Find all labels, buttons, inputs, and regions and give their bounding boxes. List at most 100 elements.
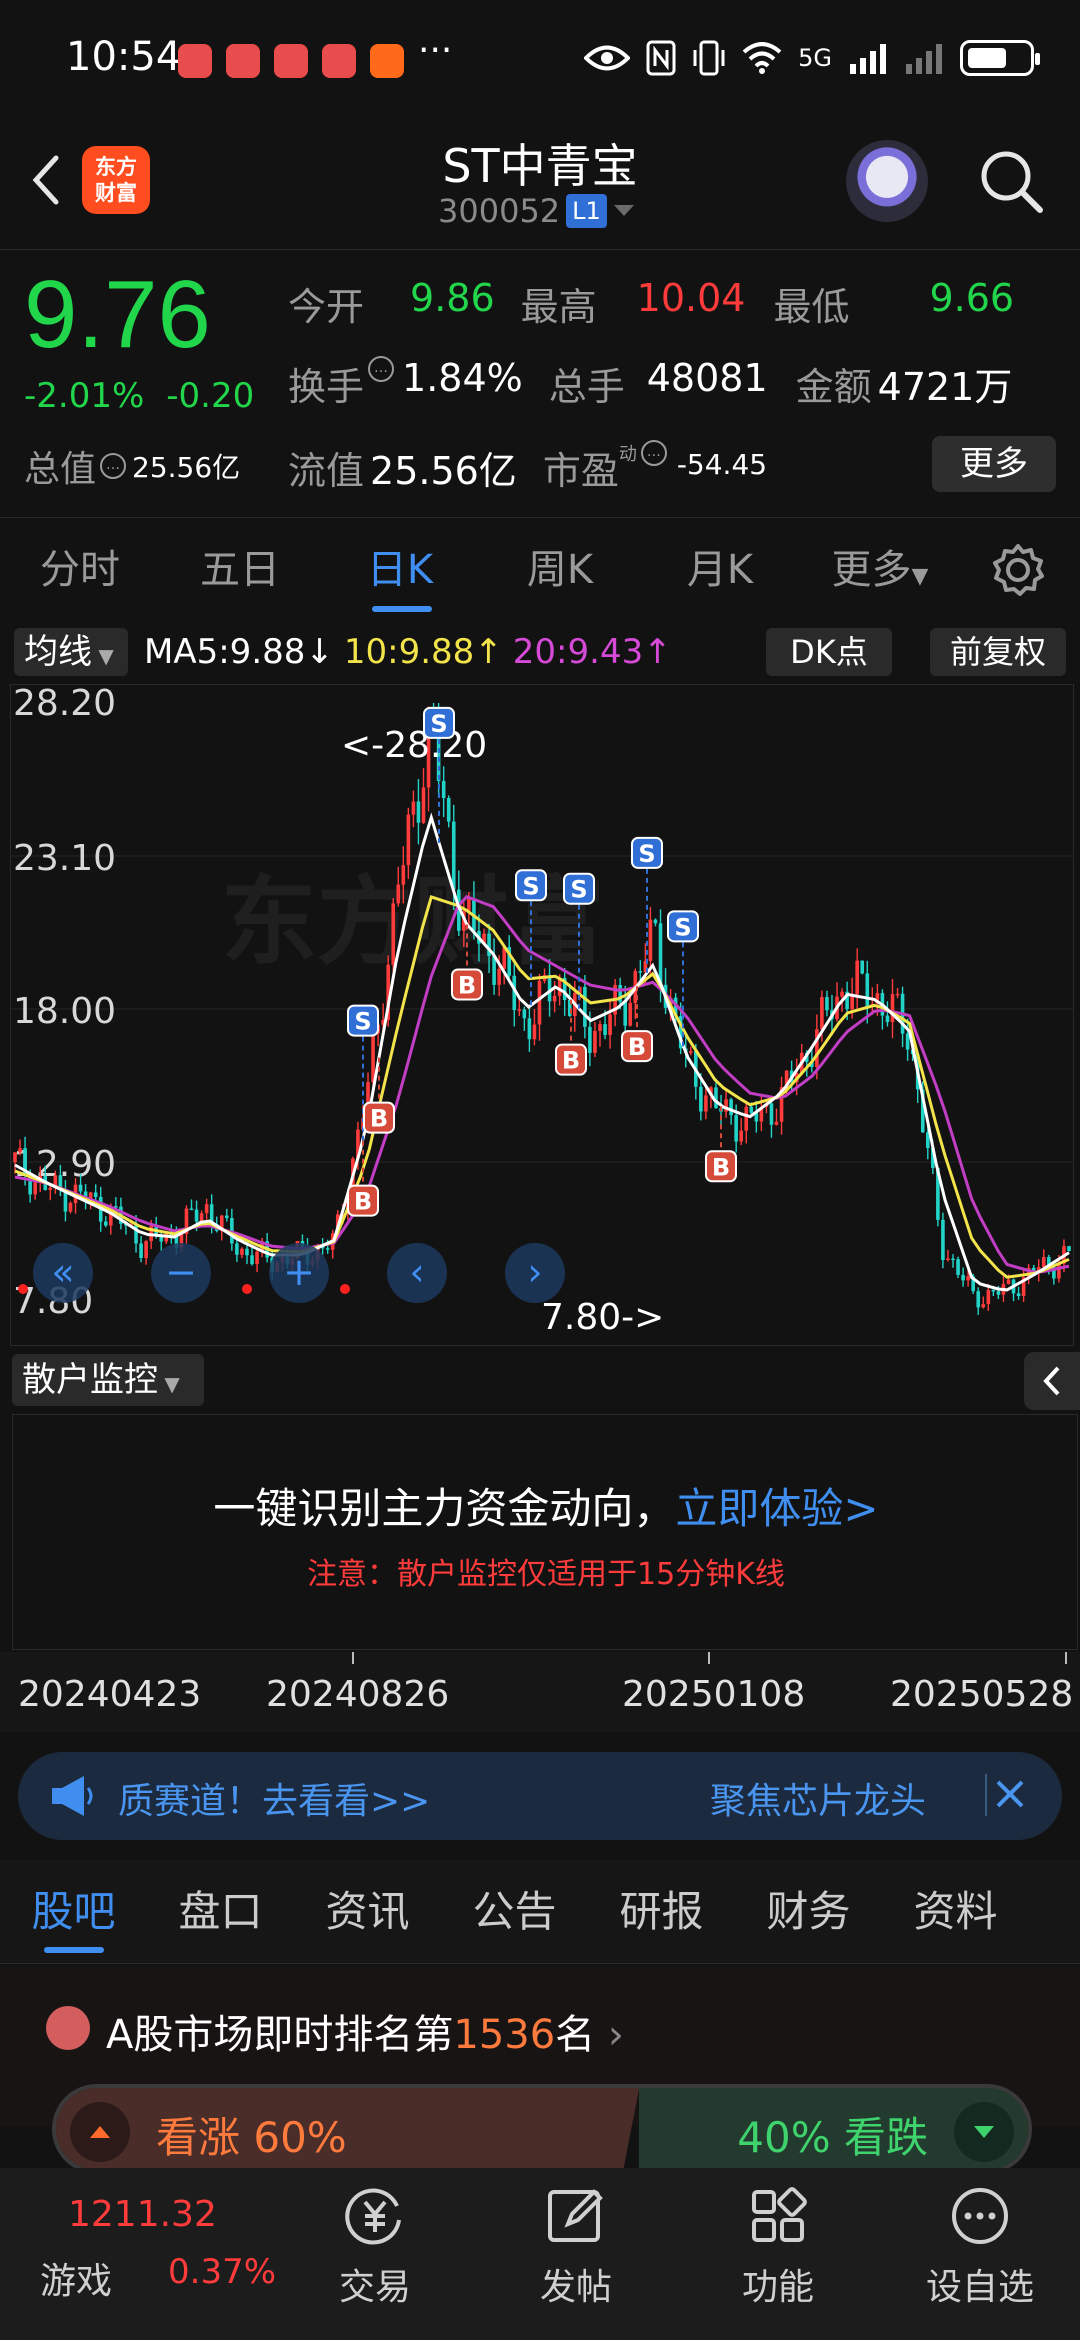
index-name: 游戏 bbox=[40, 2261, 113, 2302]
nav-trade[interactable]: 交易 bbox=[295, 2176, 455, 2310]
nav-functions[interactable]: 功能 bbox=[698, 2176, 858, 2310]
nav-watchlist[interactable]: 设自选 bbox=[900, 2176, 1060, 2310]
vote-down-button[interactable] bbox=[954, 2102, 1014, 2162]
info-icon[interactable]: … bbox=[100, 453, 127, 479]
kline-chart[interactable]: 东方财富 28.20 23.10 18.00 12.90 7.80 <-28.20 7.80-… bbox=[10, 683, 1074, 1346]
index-value: 1211.32 bbox=[68, 2194, 217, 2235]
tab-orderbook[interactable]: 盘口 bbox=[147, 1860, 294, 1963]
assistant-robot-icon[interactable] bbox=[846, 140, 928, 222]
ma-selector[interactable]: 均线 ▼ bbox=[14, 628, 128, 676]
network-type: 5G bbox=[798, 44, 832, 72]
high-price: 10.04 bbox=[636, 276, 746, 320]
status-icons: 5G bbox=[584, 40, 1040, 76]
tab-more[interactable]: 更多▼ bbox=[800, 520, 960, 620]
stock-code: 300052 bbox=[438, 192, 561, 230]
candle-body bbox=[598, 1024, 602, 1031]
search-icon[interactable] bbox=[976, 146, 1046, 216]
ma20-value: 20:9.43↑ bbox=[512, 632, 672, 672]
wifi-icon bbox=[742, 42, 782, 74]
candle-body bbox=[1057, 1263, 1061, 1279]
candle-body bbox=[961, 1274, 965, 1281]
more-notifications-icon: ··· bbox=[418, 30, 453, 71]
nav-post[interactable]: 发帖 bbox=[496, 2176, 656, 2310]
candle-body bbox=[890, 994, 895, 1023]
caret-down-icon: ▼ bbox=[92, 644, 114, 668]
candle-body bbox=[956, 1259, 960, 1275]
turnover-rate: 1.84% bbox=[402, 356, 523, 400]
candle-body bbox=[255, 1251, 259, 1265]
stock-code-selector[interactable]: 300052 L1 bbox=[438, 192, 635, 230]
candle-body bbox=[905, 1033, 910, 1050]
stock-header: 东方 财富 ST中青宝 300052 L1 bbox=[0, 120, 1080, 250]
tab-research[interactable]: 研报 bbox=[588, 1860, 735, 1963]
indicator-selector[interactable]: 散户监控 ▼ bbox=[12, 1354, 204, 1406]
candle-body bbox=[245, 1248, 249, 1256]
candle-body bbox=[144, 1241, 148, 1258]
signal-icon bbox=[850, 44, 886, 74]
monitor-panel: 一键识别主力资金动向，立即体验> 注意：散户监控仅适用于15分钟K线 bbox=[12, 1414, 1078, 1650]
vote-up-bar bbox=[56, 2088, 640, 2170]
candle-body bbox=[986, 1290, 991, 1305]
candle-body bbox=[699, 1086, 703, 1112]
vibrate-icon bbox=[693, 40, 725, 76]
price-change: -2.01% -0.20 bbox=[24, 376, 254, 416]
candle-body bbox=[588, 1026, 592, 1053]
level-badge: L1 bbox=[566, 194, 607, 228]
date-label: 20250528 bbox=[890, 1674, 1074, 1715]
vote-up-button[interactable] bbox=[70, 2102, 130, 2162]
market-rank[interactable]: A股市场即时排名第1536名 › bbox=[106, 2002, 624, 2060]
date-axis: 20240423 20240826 20250108 20250528 bbox=[0, 1652, 1080, 1732]
info-icon[interactable]: … bbox=[368, 356, 395, 382]
tab-monthly-k[interactable]: 月K bbox=[640, 520, 800, 620]
rank-number: 1536 bbox=[453, 2012, 556, 2058]
signal-label: B bbox=[628, 1033, 646, 1061]
battery-icon bbox=[960, 40, 1040, 76]
candle-body bbox=[497, 968, 501, 985]
candle-body bbox=[608, 1014, 612, 1035]
candle-body bbox=[522, 1009, 527, 1019]
info-icon[interactable]: … bbox=[640, 440, 667, 466]
chevron-left-icon[interactable] bbox=[1024, 1352, 1080, 1410]
price-adjust-button[interactable]: 前复权 bbox=[930, 628, 1066, 676]
candle-body bbox=[941, 1219, 945, 1261]
candle-body bbox=[653, 919, 658, 924]
chart-nav-icon: ‹ bbox=[409, 1250, 424, 1294]
gear-icon[interactable] bbox=[990, 542, 1046, 598]
candle-body bbox=[966, 1276, 970, 1281]
status-bar: 10:54 ··· 5G bbox=[0, 0, 1080, 120]
tab-finance[interactable]: 财务 bbox=[735, 1860, 882, 1963]
candle-body bbox=[638, 971, 643, 973]
tab-news[interactable]: 资讯 bbox=[294, 1860, 441, 1963]
tab-minute[interactable]: 分时 bbox=[0, 520, 160, 620]
promo-banner[interactable]: 质赛道！去看看>> 聚焦芯片龙头 bbox=[18, 1752, 1062, 1840]
try-now-link[interactable]: 立即体验> bbox=[675, 1484, 878, 1533]
chart-nav-icon: « bbox=[51, 1250, 74, 1294]
candle-body bbox=[48, 1187, 53, 1190]
chart-nav-icon: + bbox=[283, 1250, 315, 1294]
sentiment-vote: 看涨 60% 40% 看跌 bbox=[52, 2084, 1032, 2174]
eye-icon bbox=[584, 45, 631, 71]
tab-weekly-k[interactable]: 周K bbox=[480, 520, 640, 620]
candle-body bbox=[658, 923, 663, 985]
candle-body bbox=[976, 1291, 981, 1308]
candle-body bbox=[421, 787, 426, 823]
chart-nav-icon: − bbox=[165, 1250, 197, 1294]
tab-announcements[interactable]: 公告 bbox=[441, 1860, 588, 1963]
period-tabs: 分时 五日 日K 周K 月K 更多▼ bbox=[0, 520, 1080, 620]
candle-body bbox=[527, 1018, 532, 1040]
candle-body bbox=[189, 1208, 194, 1211]
low-price: 9.66 bbox=[929, 276, 1015, 320]
candle-body bbox=[774, 1121, 779, 1125]
candle-body bbox=[769, 1103, 774, 1125]
close-icon[interactable] bbox=[984, 1770, 1034, 1820]
tab-daily-k[interactable]: 日K bbox=[320, 520, 480, 620]
tab-five-day[interactable]: 五日 bbox=[160, 520, 320, 620]
tab-guba[interactable]: 股吧 bbox=[0, 1860, 147, 1963]
more-quote-button[interactable]: 更多 bbox=[932, 436, 1056, 492]
candle-body bbox=[446, 798, 451, 822]
candle-body bbox=[401, 865, 406, 885]
dk-point-button[interactable]: DK点 bbox=[766, 628, 892, 676]
candle-body bbox=[139, 1243, 143, 1258]
candle-body bbox=[603, 1024, 607, 1035]
tab-profile[interactable]: 资料 bbox=[882, 1860, 1029, 1963]
